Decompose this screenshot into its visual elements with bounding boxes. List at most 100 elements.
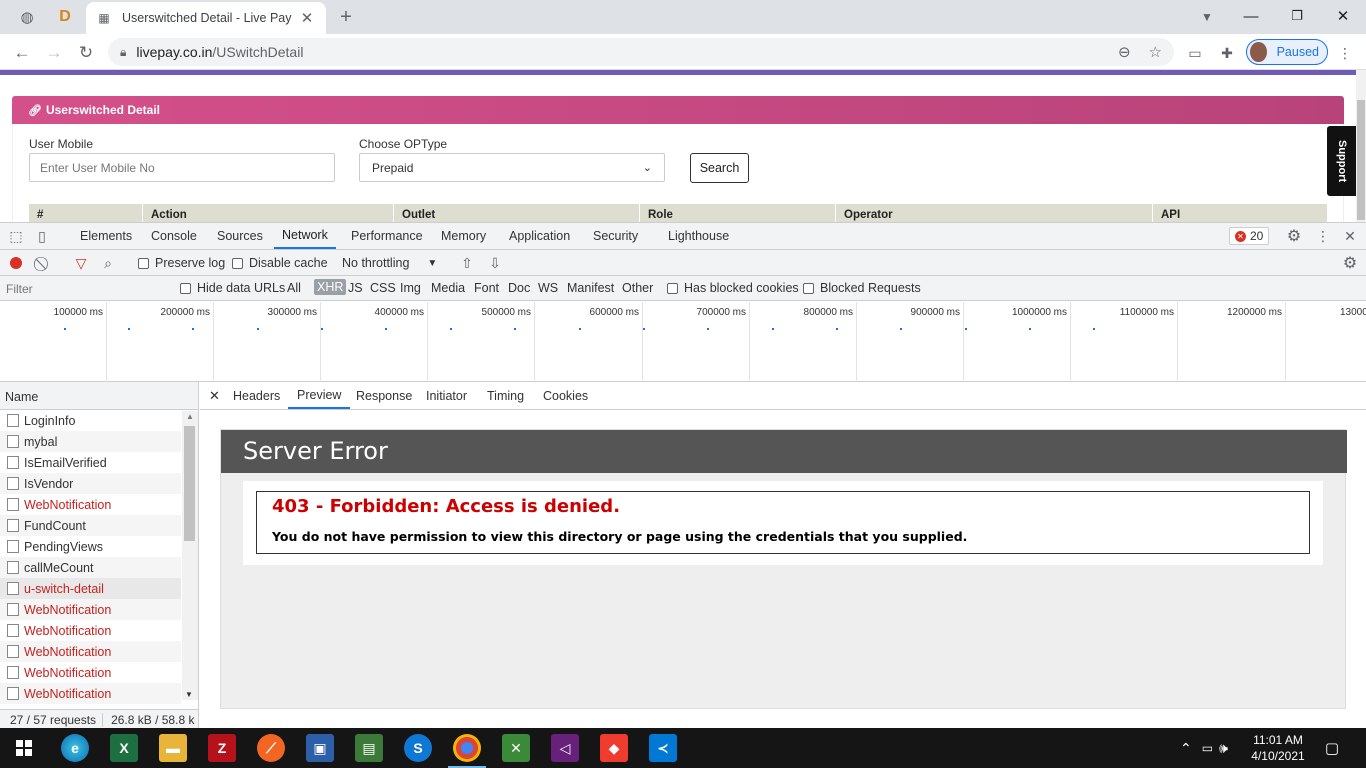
clear-icon[interactable]: ⃠ <box>36 255 52 271</box>
profile-button[interactable]: Paused <box>1246 39 1328 65</box>
filezilla-icon[interactable]: Z <box>208 734 236 762</box>
zoom-icon[interactable]: ⊖ <box>1118 43 1131 61</box>
filter-all[interactable]: All <box>287 281 301 295</box>
request-row[interactable]: u-switch-detail <box>0 578 181 599</box>
file-explorer-icon[interactable]: ▬ <box>159 734 187 762</box>
tab-elements[interactable]: Elements <box>80 223 132 249</box>
forward-icon[interactable]: → <box>42 41 66 65</box>
filter-font[interactable]: Font <box>474 281 499 295</box>
volume-icon[interactable]: 🕪︎ <box>1219 740 1228 757</box>
request-row[interactable]: mybal <box>0 431 181 452</box>
filter-img[interactable]: Img <box>400 281 421 295</box>
remote-desktop-icon[interactable]: ▣ <box>306 734 334 762</box>
column-header[interactable]: Outlet <box>394 204 640 222</box>
network-icon[interactable]: ▭ <box>1202 741 1213 755</box>
disable-cache-checkbox[interactable]: Disable cache <box>232 256 328 270</box>
tab-preview[interactable]: Preview <box>288 382 351 409</box>
chrome-icon[interactable] <box>448 734 486 768</box>
request-row[interactable]: WebNotification <box>0 494 181 515</box>
sql-compare-icon[interactable]: ✕ <box>502 734 530 762</box>
scroll-down-icon[interactable]: ▼ <box>185 690 193 699</box>
bookmark-star-icon[interactable]: ☆ <box>1149 43 1162 61</box>
request-row[interactable]: WebNotification <box>0 683 181 704</box>
export-har-icon[interactable]: ⇩ <box>487 255 503 271</box>
preserve-log-checkbox[interactable]: Preserve log <box>138 256 225 270</box>
globe-icon[interactable]: ◍ <box>16 6 38 28</box>
pinned-tab[interactable]: D <box>56 8 74 26</box>
column-header[interactable]: Role <box>640 204 836 222</box>
throttling-select[interactable]: No throttling ▼ <box>342 256 437 270</box>
extensions-icon[interactable]: ✚ <box>1218 44 1236 62</box>
page-scrollbar[interactable] <box>1356 70 1366 222</box>
network-settings-icon[interactable]: ⚙ <box>1341 254 1359 272</box>
sql-studio-icon[interactable]: ▤ <box>355 734 383 762</box>
tray-expand-icon[interactable]: ⌃ <box>1180 740 1192 757</box>
settings-gear-icon[interactable]: ⚙ <box>1285 227 1303 245</box>
search-icon[interactable]: ⌕ <box>100 255 116 271</box>
scrollbar-thumb[interactable] <box>184 426 195 541</box>
restore-button[interactable]: ❐ <box>1274 2 1320 30</box>
filter-media[interactable]: Media <box>431 281 465 295</box>
tab-sources[interactable]: Sources <box>217 223 263 249</box>
request-row[interactable]: WebNotification <box>0 662 181 683</box>
close-window-button[interactable]: ✕ <box>1320 2 1366 30</box>
sublime-text-icon[interactable]: ⟋ <box>257 734 285 762</box>
filter-other[interactable]: Other <box>622 281 653 295</box>
visual-studio-icon[interactable]: ◁ <box>551 734 579 762</box>
tab-memory[interactable]: Memory <box>441 223 486 249</box>
filter-css[interactable]: CSS <box>370 281 396 295</box>
column-header[interactable]: Operator <box>836 204 1153 222</box>
column-header[interactable]: Action <box>143 204 394 222</box>
tab-timing[interactable]: Timing <box>487 382 524 409</box>
tab-initiator[interactable]: Initiator <box>426 382 467 409</box>
request-row[interactable]: LoginInfo <box>0 410 181 431</box>
inspect-element-icon[interactable]: ⬚ <box>8 228 24 244</box>
import-har-icon[interactable]: ⇧ <box>459 255 475 271</box>
tab-application[interactable]: Application <box>509 223 570 249</box>
record-icon[interactable] <box>9 256 23 270</box>
tab-cookies[interactable]: Cookies <box>543 382 588 409</box>
tab-response[interactable]: Response <box>356 382 412 409</box>
mobile-input[interactable] <box>29 153 335 182</box>
skype-icon[interactable]: S <box>404 734 432 762</box>
request-row[interactable]: callMeCount <box>0 557 181 578</box>
excel-icon[interactable]: X <box>110 734 138 762</box>
has-blocked-cookies-checkbox[interactable]: Has blocked cookies <box>667 281 799 295</box>
column-header[interactable]: API <box>1153 204 1327 222</box>
tab-search-icon[interactable]: ▼ <box>1196 6 1218 28</box>
request-row[interactable]: WebNotification <box>0 599 181 620</box>
start-button[interactable] <box>10 734 38 762</box>
support-tab[interactable]: Support <box>1327 126 1357 196</box>
hide-data-urls-checkbox[interactable]: Hide data URLs <box>180 281 285 295</box>
notifications-icon[interactable]: ▢ <box>1322 738 1342 758</box>
anydesk-icon[interactable]: ◆ <box>600 734 628 762</box>
filter-manifest[interactable]: Manifest <box>567 281 614 295</box>
tab-lighthouse[interactable]: Lighthouse <box>668 223 729 249</box>
optype-select[interactable]: Prepaid ⌄ <box>359 153 665 182</box>
filter-doc[interactable]: Doc <box>508 281 530 295</box>
active-tab[interactable]: ▦ Userswitched Detail - Live Pay ✕ <box>86 2 326 34</box>
blocked-requests-checkbox[interactable]: Blocked Requests <box>803 281 921 295</box>
column-header[interactable]: # <box>29 204 143 222</box>
devtools-menu-icon[interactable]: ⋮ <box>1314 227 1332 245</box>
address-bar[interactable]: 🔒︎ livepay.co.in/USwitchDetail ⊖ ☆ <box>108 38 1174 66</box>
new-tab-button[interactable]: + <box>335 6 357 28</box>
network-overview-timeline[interactable]: 100000 ms 200000 ms 300000 ms 400000 ms … <box>0 302 1366 382</box>
request-row[interactable]: IsVendor <box>0 473 181 494</box>
scrollbar-thumb[interactable] <box>1357 100 1365 220</box>
tab-network[interactable]: Network <box>274 223 336 249</box>
tab-console[interactable]: Console <box>151 223 197 249</box>
request-row[interactable]: FundCount <box>0 515 181 536</box>
request-list-scrollbar[interactable]: ▲ ▼ <box>182 411 198 700</box>
close-tab-icon[interactable]: ✕ <box>298 9 316 27</box>
filter-xhr[interactable]: XHR <box>314 279 347 295</box>
scroll-up-icon[interactable]: ▲ <box>186 412 194 421</box>
reload-icon[interactable]: ↻ <box>74 41 98 65</box>
menu-kebab-icon[interactable]: ⋮ <box>1336 44 1354 62</box>
filter-icon[interactable]: ▽ <box>73 255 89 271</box>
request-row[interactable]: WebNotification <box>0 641 181 662</box>
tab-performance[interactable]: Performance <box>351 223 423 249</box>
device-toolbar-icon[interactable]: ▯ <box>34 228 50 244</box>
cast-icon[interactable]: ▭ <box>1186 44 1204 62</box>
back-icon[interactable]: ← <box>10 41 34 65</box>
